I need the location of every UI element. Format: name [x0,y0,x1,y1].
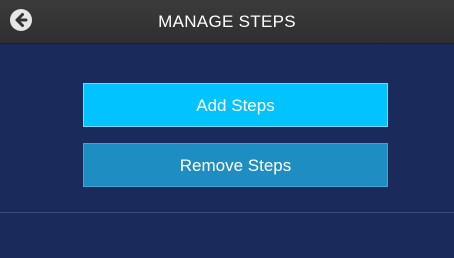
header-bar: MANAGE STEPS [0,0,454,44]
remove-steps-button[interactable]: Remove Steps [83,143,388,187]
page-title: MANAGE STEPS [158,12,296,31]
footer-bar [0,213,454,258]
add-steps-button[interactable]: Add Steps [83,83,388,127]
manage-steps-screen: MANAGE STEPS Add Steps Remove Steps [0,0,454,258]
